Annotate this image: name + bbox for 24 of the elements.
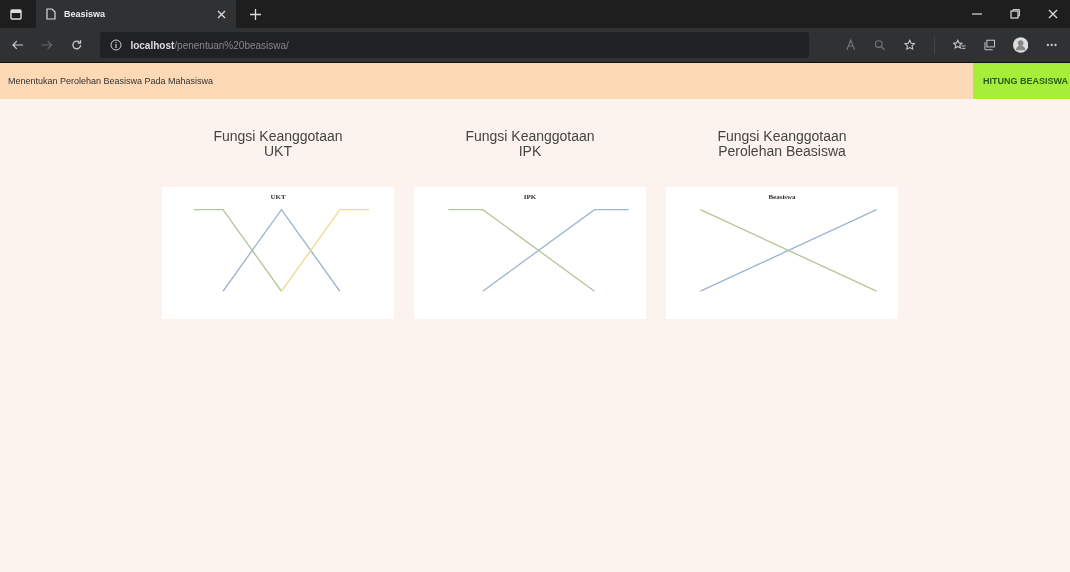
calculate-button[interactable]: HITUNG BEASISWA	[973, 63, 1070, 99]
info-icon	[110, 39, 123, 51]
page-icon	[46, 8, 56, 20]
collections-icon[interactable]	[983, 39, 996, 51]
chart-heading: Fungsi Keanggotaan IPK	[465, 129, 595, 159]
zoom-icon[interactable]	[874, 39, 886, 51]
star-icon[interactable]	[903, 39, 917, 51]
close-icon[interactable]	[217, 9, 226, 19]
address-field[interactable]: localhost/penentuan%20beasiswa/	[100, 32, 809, 58]
chart-heading: Fungsi Keanggotaan UKT	[213, 129, 343, 159]
read-aloud-icon[interactable]	[844, 39, 857, 51]
tab-actions-icon[interactable]	[10, 8, 22, 20]
close-icon[interactable]	[1048, 9, 1058, 19]
profile-icon[interactable]	[1013, 37, 1029, 53]
chart-heading: Fungsi Keanggotaan Perolehan Beasiswa	[717, 129, 847, 159]
more-icon[interactable]	[1046, 43, 1058, 47]
restore-icon[interactable]	[1010, 9, 1020, 19]
back-icon[interactable]	[12, 40, 24, 50]
favorites-icon[interactable]	[953, 39, 966, 51]
tab-title: Beasiswa	[64, 9, 107, 19]
browser-tab[interactable]: Beasiswa	[36, 0, 236, 28]
page-title: Menentukan Perolehan Beasiswa Pada Mahasiswa	[8, 76, 215, 86]
new-tab-icon[interactable]	[250, 8, 261, 20]
reload-icon[interactable]	[70, 39, 83, 51]
